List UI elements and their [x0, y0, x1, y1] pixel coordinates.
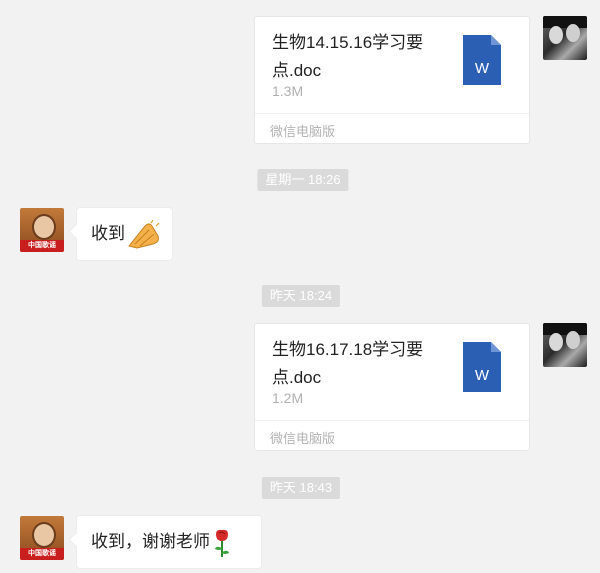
card-divider	[255, 420, 529, 421]
file-size: 1.2M	[272, 390, 304, 406]
rose-emoji	[215, 529, 229, 557]
file-message-card[interactable]: 生物14.15.16学习要 点.doc W 1.3M 微信电脑版	[254, 16, 530, 144]
text-message-bubble[interactable]: 收到，谢谢老师	[76, 515, 262, 569]
applause-hands-emoji	[128, 219, 160, 249]
text-message-bubble[interactable]: 收到	[76, 207, 173, 261]
file-name: 生物16.17.18学习要 点.doc	[272, 340, 424, 387]
file-source-label: 微信电脑版	[270, 431, 336, 446]
timestamp-separator: 星期一 18:26	[257, 169, 349, 191]
file-size: 1.3M	[272, 83, 304, 99]
word-doc-icon: W	[463, 342, 501, 392]
message-text: 收到，谢谢老师	[91, 532, 210, 551]
svg-text:W: W	[475, 367, 490, 384]
timestamp-separator: 昨天 18:43	[261, 477, 341, 499]
message-text: 收到	[91, 224, 125, 243]
my-avatar[interactable]	[543, 323, 587, 367]
card-divider	[255, 113, 529, 114]
file-source-label: 微信电脑版	[270, 124, 336, 139]
my-avatar[interactable]	[543, 16, 587, 60]
timestamp-separator: 昨天 18:24	[261, 285, 341, 307]
file-message-card[interactable]: 生物16.17.18学习要 点.doc W 1.2M 微信电脑版	[254, 323, 530, 451]
svg-text:W: W	[475, 60, 490, 77]
file-name: 生物14.15.16学习要 点.doc	[272, 33, 424, 80]
teacher-avatar[interactable]: 中国歌谣	[20, 516, 64, 560]
word-doc-icon: W	[463, 35, 501, 85]
teacher-avatar[interactable]: 中国歌谣	[20, 208, 64, 252]
